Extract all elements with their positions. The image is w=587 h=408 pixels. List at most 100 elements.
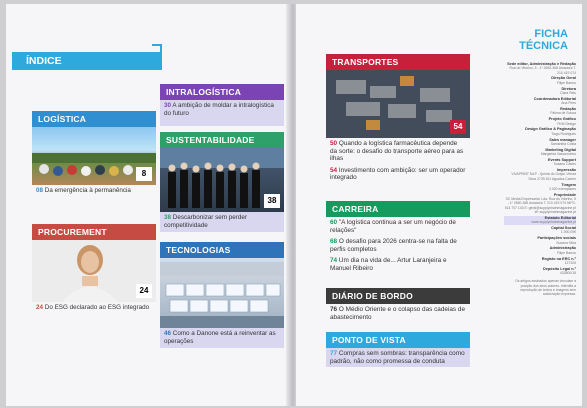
ficha-title-line2: TÉCNICA xyxy=(519,40,568,52)
corner-mark xyxy=(152,44,162,54)
section-procurement[interactable]: PROCUREMENT 24 24 Do ESG declarado ao ES… xyxy=(32,224,156,314)
entry[interactable]: 74 Um dia na vida de... Artur Laranjeira… xyxy=(326,255,470,274)
entry-page: 68 xyxy=(330,238,338,246)
ficha-item: Administração Filipe Barros xyxy=(504,246,576,255)
section-title: SUSTENTABILIDADE xyxy=(160,132,284,148)
ficha-item: Registo na ERC n.º 127325 xyxy=(504,257,576,266)
page-badge: 8 xyxy=(136,167,152,181)
entry-page: 08 xyxy=(36,187,44,194)
ficha-item-value: VIVAPRINT MLP - Quinta do Grajal, Venda … xyxy=(511,172,576,181)
entry-page: 60 xyxy=(330,219,338,226)
entry[interactable]: 08 Da emergência à permanência xyxy=(32,185,156,197)
procurement-photo: 24 xyxy=(32,240,156,302)
ficha-title-line1: FICHA xyxy=(534,28,568,40)
transportes-photo: 54 xyxy=(326,70,470,138)
ficha-item-value: Fátima de Sousa xyxy=(550,111,576,116)
ficha-item: Direção Geral Filipe Barros xyxy=(504,76,576,85)
ficha-item-value: 1.000,00€ xyxy=(560,230,576,235)
section-carreira[interactable]: CARREIRA 60 "A logística continua a ser … xyxy=(326,201,470,275)
section-title: INTRALOGÍSTICA xyxy=(160,84,284,100)
entry[interactable]: 50 Quando a logística farmacêutica depen… xyxy=(326,138,470,165)
section-title: TRANSPORTES xyxy=(326,54,470,70)
ficha-tecnica-title: FICHA TÉCNICA xyxy=(519,28,568,52)
right-page: TRANSPORTES 54 50 Quando a logística far… xyxy=(296,4,582,406)
ficha-item-value: FKM Design xyxy=(557,121,576,126)
ficha-item-value: Rua do Vitorino, 5 - 1º 2650-368 Amadora… xyxy=(509,66,576,75)
entry-text: Como a Danone está a reinventar as opera… xyxy=(164,330,276,345)
page-badge: 38 xyxy=(264,194,280,208)
ficha-item: Events Support Susana Castro xyxy=(504,158,576,167)
ficha-item: Diretora Clara Reis xyxy=(504,87,576,96)
ficha-item: Participações sociais Susana Silva xyxy=(504,236,576,245)
section-title: PONTO DE VISTA xyxy=(326,332,470,348)
ficha-item: Projeto Gráfico FKM Design xyxy=(504,117,576,126)
page-badge: 24 xyxy=(136,284,152,298)
entry-page: 77 xyxy=(330,350,338,357)
entry-text: O desafio para 2026 centra-se na falta d… xyxy=(330,238,457,253)
ficha-tecnica-list: Sede editor, Administração e Redação Rua … xyxy=(504,62,576,298)
section-intralogistica[interactable]: INTRALOGÍSTICA 30 A ambição de moldar a … xyxy=(160,84,284,126)
entry[interactable]: 60 "A logística continua a ser um negóci… xyxy=(326,217,470,236)
ficha-item: Marketing Digital Margarida Vasconcelos xyxy=(504,148,576,157)
ficha-item: Sales manager Samantha Costa xyxy=(504,138,576,147)
ficha-item-value: Tiago Rodrigues xyxy=(551,131,576,136)
ficha-item-value: Clara Reis xyxy=(560,90,576,95)
entry[interactable]: 38 Descarbonizar sem perder competitivid… xyxy=(160,212,284,232)
entry-text: Um dia na vida de... Artur Laranjeira e … xyxy=(330,257,447,272)
logistica-photo: 8 xyxy=(32,127,156,185)
section-title: LOGÍSTICA xyxy=(32,111,156,127)
ficha-item-value: 3.000 exemplares xyxy=(549,186,576,191)
entry-page: 76 xyxy=(330,306,338,313)
section-diario-de-bordo[interactable]: DIÁRIO DE BORDO 76 O Médio Oriente e o c… xyxy=(326,288,470,323)
entry-page: 50 xyxy=(330,140,338,147)
production-line-illustration xyxy=(160,262,284,328)
ficha-item: Capital Social 1.000,00€ xyxy=(504,226,576,235)
ficha-item: Impressão VIVAPRINT MLP - Quinta do Graja… xyxy=(504,168,576,181)
entry-text: O Médio Oriente e o colapso das cadeias … xyxy=(330,306,466,321)
ficha-item-value: Margarida Vasconcelos xyxy=(540,152,576,157)
entry-text: Do ESG declarado ao ESG integrado xyxy=(44,304,150,311)
ficha-item: Tiragem 3.000 exemplares xyxy=(504,183,576,192)
left-page: ÍNDICE LOGÍSTICA 8 08 Da emergência à pe… xyxy=(6,4,292,406)
ficha-footer-note: Os artigos assinados apenas vinculam a p… xyxy=(515,279,576,297)
section-ponto-de-vista[interactable]: PONTO DE VISTA 77 Compras sem sombras: t… xyxy=(326,332,470,368)
section-transportes[interactable]: TRANSPORTES 54 50 Quando a logística far… xyxy=(326,54,470,184)
page-badge: 54 xyxy=(450,120,466,134)
ficha-item-value: 127325 xyxy=(564,260,576,265)
entry-text: Investimento com ambição: ser um operado… xyxy=(330,166,466,182)
entry[interactable]: 24 Do ESG declarado ao ESG integrado xyxy=(32,302,156,314)
section-title: CARREIRA xyxy=(326,201,470,217)
ficha-item: Sede editor, Administração e Redação Rua … xyxy=(504,62,576,75)
section-sustentabilidade[interactable]: SUSTENTABILIDADE 38 38 Descarbonizar sem… xyxy=(160,132,284,232)
indice-tab: ÍNDICE xyxy=(12,52,162,70)
ficha-item: Propriedade SC Media Empresarial, Lda. Ru… xyxy=(504,193,576,214)
entry[interactable]: 68 O desafio para 2026 centra-se na falt… xyxy=(326,236,470,255)
entry[interactable]: 77 Compras sem sombras: transparência co… xyxy=(326,348,470,368)
ficha-item: Depósito Legal n.º 433800/18 xyxy=(504,267,576,276)
entry[interactable]: 30 A ambição de moldar a intralogística … xyxy=(160,100,284,126)
entry[interactable]: 76 O Médio Oriente e o colapso das cadei… xyxy=(326,304,470,323)
section-logistica[interactable]: LOGÍSTICA 8 08 Da emergência à permanênc… xyxy=(32,111,156,197)
section-title: PROCUREMENT xyxy=(32,224,156,240)
entry[interactable]: 54 Investimento com ambição: ser um oper… xyxy=(326,165,470,184)
sustentabilidade-photo: 38 xyxy=(160,148,284,212)
ficha-item-value: Ana Pires xyxy=(561,101,576,106)
section-title: TECNOLOGIAS xyxy=(160,242,284,258)
aircraft-cargo-illustration xyxy=(326,70,470,138)
ficha-item-value: Samantha Costa xyxy=(550,141,576,146)
entry-text: "A logística continua a ser um negócio d… xyxy=(330,219,456,234)
ficha-item-value: Filipe Barros xyxy=(556,80,576,85)
entry[interactable]: 46 Como a Danone está a reinventar as op… xyxy=(160,328,284,348)
ficha-item-value: www.supplychainmagazine.pt xyxy=(531,220,576,225)
entry-page: 46 xyxy=(164,330,172,337)
ficha-item: Estatuto Editorial www.supplychainmagazin… xyxy=(504,215,576,225)
entry-text: Quando a logística farmacêutica depende … xyxy=(330,140,464,163)
entry-text: Compras sem sombras: transparência como … xyxy=(330,350,465,365)
entry-text: Descarbonizar sem perder competitividade xyxy=(164,214,247,229)
ficha-item-value: SC Media Empresarial, Lda. Rua do Vitori… xyxy=(504,197,576,215)
section-tecnologias[interactable]: TECNOLOGIAS 46 Como a Danone está a rein… xyxy=(160,242,284,348)
ficha-item-value: 433800/18 xyxy=(559,271,576,276)
ficha-item-value: Filipe Barros xyxy=(556,250,576,255)
ficha-item: Design Gráfico & Paginação Tiago Rodrigue… xyxy=(504,127,576,136)
entry-page: 38 xyxy=(164,214,172,221)
